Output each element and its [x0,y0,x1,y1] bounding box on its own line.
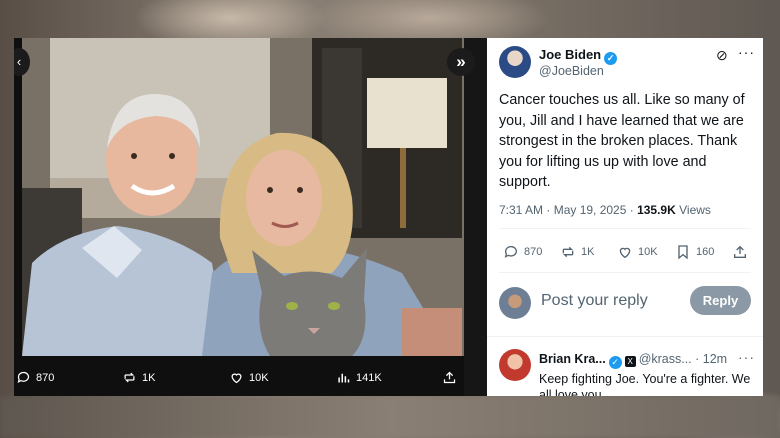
share-icon [443,371,456,384]
bookmark-action[interactable]: 160 [675,244,714,260]
tweet-timestamp[interactable]: 7:31 AM · May 19, 2025 · [499,203,637,217]
grok-icon[interactable]: ⊘ [716,47,728,64]
verified-badge-icon: ✓ [604,52,618,65]
bookmark-count: 160 [696,246,715,258]
reply-input[interactable]: Post your reply [541,292,648,310]
more-options-icon[interactable]: ··· [738,44,755,60]
reply-action[interactable]: 870 [503,244,542,260]
reply-count: 870 [524,246,543,258]
heart-icon [231,373,242,384]
author-name-row[interactable]: Joe Biden ✓ [539,47,618,65]
heart-icon [619,247,631,259]
media-like-count: 10K [249,371,269,384]
double-chevron-right-icon: » [456,52,466,71]
media-share-action[interactable] [442,370,457,385]
tweet-card: Joe Biden ✓ @JoeBiden ⊘ ··· Cancer touche… [487,38,763,396]
reply-author-name[interactable]: Brian Kra... [539,352,606,366]
media-action-bar: 870 1K 10K 141K [14,360,488,396]
tweet-text: Cancer touches us all. Like so many of y… [499,92,745,190]
reply-header: Brian Kra... ✓ X @krass... · 12m [539,352,727,369]
like-count: 10K [638,246,658,258]
media-repost-action[interactable]: 1K [122,370,155,385]
media-repost-count: 1K [142,371,156,384]
repost-count: 1K [581,246,595,258]
reply-author-handle[interactable]: @krass... [639,352,692,366]
media-views-count: 141K [356,371,382,384]
reply-text: Keep fighting Joe. You're a fighter. We … [539,372,751,396]
divider [487,336,763,337]
media-reply-action[interactable]: 870 [16,370,54,385]
photo-illustration [22,38,464,356]
media-viewer: ‹ » 870 1K 10K 141K [14,38,488,396]
tweet-meta: 7:31 AM · May 19, 2025 · 135.9K Views [499,203,711,217]
share-icon [734,245,746,258]
expand-panel-button[interactable]: » [447,48,475,76]
author-handle[interactable]: @JoeBiden [539,64,604,78]
reply-button[interactable]: Reply [690,286,751,315]
bookmark-icon [678,245,688,260]
repost-icon [124,372,135,383]
reply-icon [17,371,30,384]
media-gutter [464,38,488,396]
divider [499,228,751,229]
share-action[interactable] [732,244,748,260]
media-like-action[interactable]: 10K [229,370,269,385]
divider [499,272,751,273]
media-views-action[interactable]: 141K [336,370,382,385]
reply-icon [504,246,517,258]
author-avatar[interactable] [499,46,531,78]
reply-author-avatar[interactable] [499,349,531,381]
reply-more-options-icon[interactable]: ··· [738,349,755,365]
repost-icon [562,246,574,258]
repost-action[interactable]: 1K [560,244,594,260]
reply-time[interactable]: · 12m [692,352,727,366]
tweet-photo[interactable] [22,38,464,356]
tweet-views-label: Views [675,203,711,217]
tweet-action-bar: 870 1K 10K 160 [487,244,763,262]
author-name: Joe Biden [539,47,602,62]
media-reply-count: 870 [36,371,55,384]
verified-badge-icon: ✓ [608,356,622,369]
chevron-left-icon: ‹ [16,54,22,69]
current-user-avatar[interactable] [499,287,531,319]
tweet-views-count: 135.9K [637,203,676,217]
like-action[interactable]: 10K [617,244,658,260]
views-chart-icon [338,373,350,383]
x-affiliate-icon: X [624,356,636,367]
